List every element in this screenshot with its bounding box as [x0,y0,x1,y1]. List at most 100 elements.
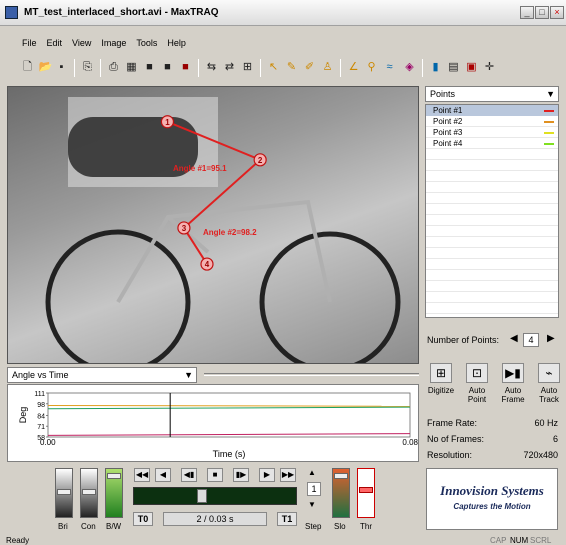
pen-icon[interactable]: ✐ [302,60,317,75]
play-button[interactable]: ▶ [259,468,275,482]
pointer-icon[interactable]: ↖ [266,60,281,75]
auto-point-button[interactable]: ⊡ [466,363,488,383]
open-folder-icon[interactable]: 📂 [38,60,53,75]
rotate-icon[interactable]: ⇆ [204,60,219,75]
logo-tagline: Captures the Motion [453,502,531,511]
contrast-slider[interactable] [80,468,98,518]
point-color-swatch [544,143,554,145]
menu-tools[interactable]: Tools [131,34,162,52]
toolbar: 🗋 📂 ▪ ⎘ ⎙ ▦ ■ ■ ■ ⇆ ⇄ ⊞ ↖ ✎ ✐ ♙ ∠ ⚲ ≈ ◈ … [0,56,566,82]
wave-icon[interactable]: ≈ [382,60,397,75]
auto-track-button[interactable]: ⌁ [538,363,560,383]
x-tick-end: 0.08 [402,438,418,447]
stick-figure-icon[interactable]: ⚲ [364,60,379,75]
step-down-icon[interactable]: ▼ [308,500,316,509]
step-back-button[interactable]: ◀▮ [181,468,197,482]
increment-points-icon[interactable]: ▶ [547,333,555,344]
menu-view[interactable]: View [67,34,96,52]
grid-icon[interactable]: ▦ [124,60,139,75]
point-number: 3 [182,224,187,233]
resolution-label: Resolution: [427,450,473,460]
status-cap: CAP [490,536,507,545]
save-icon[interactable]: ▪ [54,60,69,75]
frames-value: 6 [552,434,558,444]
point-list-item[interactable]: Point #1 [426,105,558,116]
point-list-label: Point #2 [433,117,463,126]
maximize-button[interactable]: □ [535,6,549,19]
calculator-icon[interactable]: ▮ [428,60,443,75]
chevron-down-icon: ▼ [184,370,193,380]
menu-edit[interactable]: Edit [42,34,68,52]
close-button[interactable]: × [550,6,564,19]
app-icon [5,6,18,19]
first-frame-button[interactable]: ◀◀ [134,468,150,482]
frame-red-icon[interactable]: ■ [178,60,193,75]
point-list-item[interactable]: Point #2 [426,116,558,127]
last-frame-button[interactable]: ▶▶ [280,468,296,482]
angle-icon[interactable]: ∠ [346,60,361,75]
copy-icon[interactable]: ⎘ [80,60,95,75]
minimize-button[interactable]: _ [520,6,534,19]
num-points-label: Number of Points: [427,335,500,345]
prev-frame-button[interactable]: ◀ [155,468,171,482]
video-frame[interactable]: 1 2 3 4 Angle #1=95.1 Angle #2=98.2 [7,86,419,364]
frame-icon[interactable]: ■ [142,60,157,75]
auto-frame-button[interactable]: ▶▮ [502,363,524,383]
report-icon[interactable]: ▤ [446,60,461,75]
y-tick-label: 111 [34,391,45,398]
points-dropdown[interactable]: Points ▼ [425,86,559,102]
menu-help[interactable]: Help [162,34,191,52]
video-overlay: 1 2 3 4 Angle #1=95.1 Angle #2=98.2 [45,97,401,363]
slow-label: Slo [334,522,346,531]
new-file-icon[interactable]: 🗋 [20,60,35,75]
x-tick-start: 0.00 [40,438,56,447]
graph-scrollbar[interactable] [204,373,419,376]
draw-icon[interactable]: ✎ [284,60,299,75]
auto-track-label: Auto Track [539,386,559,404]
point-list-item[interactable]: Point #3 [426,127,558,138]
threshold-label: Thr [360,522,372,531]
scrubber-handle[interactable] [197,489,207,503]
frames-label: No of Frames: [427,434,485,444]
step-input[interactable]: 1 [307,482,321,496]
graph-type-dropdown[interactable]: Angle vs Time ▼ [7,367,197,383]
swap-icon[interactable]: ⇄ [222,60,237,75]
t1-button[interactable]: T1 [277,512,297,526]
num-points-input[interactable]: 4 [523,333,539,347]
frame-dark-icon[interactable]: ■ [160,60,175,75]
stop-button[interactable]: ■ [207,468,223,482]
slow-slider[interactable] [332,468,350,518]
window-title: MT_test_interlaced_short.avi - MaxTRAQ [24,7,219,18]
bike-frame [116,199,332,304]
y-tick-label: 98 [37,402,45,409]
step-forward-button[interactable]: ▮▶ [233,468,249,482]
decrement-points-icon[interactable]: ◀ [510,333,518,344]
zoom-icon[interactable]: ⊞ [240,60,255,75]
t0-button[interactable]: T0 [133,512,153,526]
angle-2-label: Angle #2=98.2 [203,228,257,237]
bw-slider[interactable] [105,468,123,518]
logo-title: Innovision Systems [440,483,544,498]
point-list-label: Point #4 [433,139,463,148]
step-up-icon[interactable]: ▲ [308,468,316,477]
point-number: 1 [165,118,170,127]
points-panel: Points ▼ [425,86,559,102]
status-bar: Ready CAP NUM SCRL [0,537,566,545]
frame-scrubber[interactable] [133,487,297,505]
menu-file[interactable]: File [17,34,42,52]
y-axis-label: Deg [18,407,28,424]
y-tick-label: 84 [37,413,45,420]
digitize-button[interactable]: ⊞ [430,363,452,383]
status-text: Ready [6,536,30,545]
print-icon[interactable]: ⎙ [106,60,121,75]
cursor-tool-icon[interactable]: ✛ [482,60,497,75]
point-color-swatch [544,132,554,134]
export-icon[interactable]: ▣ [464,60,479,75]
brightness-slider[interactable] [55,468,73,518]
menu-image[interactable]: Image [96,34,131,52]
target-icon[interactable]: ◈ [402,60,417,75]
threshold-slider[interactable] [357,468,375,518]
person-icon[interactable]: ♙ [320,60,335,75]
angle-time-chart: 111 98 84 71 58 0.00 0.08 Time (s) Deg [7,384,419,462]
point-list-item[interactable]: Point #4 [426,138,558,149]
